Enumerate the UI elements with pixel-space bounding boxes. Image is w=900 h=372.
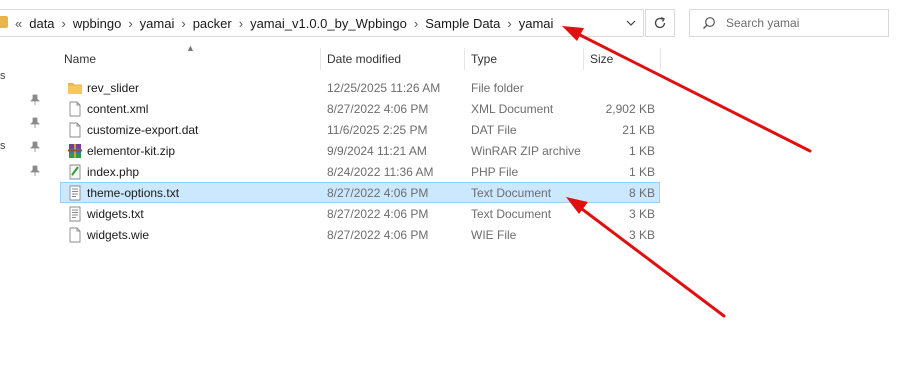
file-date: 12/25/2025 11:26 AM xyxy=(327,81,441,95)
address-dropdown-button[interactable] xyxy=(619,10,643,36)
chevron-right-icon[interactable]: › xyxy=(233,16,249,31)
file-row-theme-options[interactable]: theme-options.txt 8/27/2022 4:06 PM Text… xyxy=(60,182,660,203)
breadcrumb-yamai[interactable]: yamai xyxy=(139,16,176,31)
column-headers: ▲ Name Date modified Type Size xyxy=(58,43,661,72)
text-file-icon xyxy=(69,206,81,222)
pin-icon[interactable] xyxy=(30,141,40,153)
folder-icon xyxy=(0,16,8,28)
file-name: widgets.txt xyxy=(87,207,144,221)
file-type: XML Document xyxy=(471,102,554,116)
file-date: 8/27/2022 4:06 PM xyxy=(327,186,429,200)
breadcrumb: « data › wpbingo › yamai › packer › yama… xyxy=(15,10,554,36)
chevron-right-icon[interactable]: › xyxy=(408,16,424,31)
file-type: WIE File xyxy=(471,228,517,242)
file-date: 9/9/2024 11:21 AM xyxy=(327,144,427,158)
php-file-icon xyxy=(69,164,81,180)
file-type: PHP File xyxy=(471,165,519,179)
breadcrumb-sample-data[interactable]: Sample Data xyxy=(424,16,501,31)
file-row-rev-slider[interactable]: rev_slider 12/25/2025 11:26 AM File fold… xyxy=(60,77,660,98)
file-type: WinRAR ZIP archive xyxy=(471,144,581,158)
file-row-customize-export[interactable]: customize-export.dat 11/6/2025 2:25 PM D… xyxy=(60,119,660,140)
column-header-size[interactable]: Size xyxy=(584,46,660,72)
file-name: index.php xyxy=(87,165,140,179)
refresh-button[interactable] xyxy=(645,9,675,37)
chevron-right-icon[interactable]: › xyxy=(56,16,72,31)
column-header-date[interactable]: Date modified xyxy=(321,46,464,72)
winrar-archive-icon xyxy=(68,144,82,158)
file-row-index-php[interactable]: index.php 8/24/2022 11:36 AM PHP File 1 … xyxy=(60,161,660,182)
file-row-widgets-wie[interactable]: widgets.wie 8/27/2022 4:06 PM WIE File 3… xyxy=(60,224,660,245)
file-type: File folder xyxy=(471,81,524,95)
refresh-icon xyxy=(654,17,666,29)
column-header-name[interactable]: Name xyxy=(58,46,320,72)
file-name: customize-export.dat xyxy=(87,123,199,137)
file-date: 8/24/2022 11:36 AM xyxy=(327,165,434,179)
text-file-icon xyxy=(69,185,81,201)
search-input[interactable] xyxy=(724,15,888,31)
file-size: 3 KB xyxy=(628,228,655,242)
file-size: 21 KB xyxy=(622,123,655,137)
file-icon xyxy=(69,101,81,117)
pin-icon[interactable] xyxy=(30,165,40,177)
folder-icon xyxy=(68,83,82,94)
file-date: 8/27/2022 4:06 PM xyxy=(327,207,429,221)
file-date: 8/27/2022 4:06 PM xyxy=(327,102,429,116)
address-bar[interactable]: « data › wpbingo › yamai › packer › yama… xyxy=(0,9,644,37)
breadcrumb-yamai-version[interactable]: yamai_v1.0.0_by_Wpbingo xyxy=(249,16,408,31)
column-divider[interactable] xyxy=(660,48,661,70)
nav-item-fragment[interactable]: s xyxy=(0,140,6,152)
file-type: Text Document xyxy=(471,186,552,200)
chevron-down-icon xyxy=(626,20,636,26)
breadcrumb-packer[interactable]: packer xyxy=(192,16,233,31)
file-date: 8/27/2022 4:06 PM xyxy=(327,228,429,242)
file-icon xyxy=(69,122,81,138)
chevron-right-icon[interactable]: › xyxy=(501,16,517,31)
pin-icon[interactable] xyxy=(30,94,40,106)
file-name: theme-options.txt xyxy=(87,186,180,200)
breadcrumb-data[interactable]: data xyxy=(28,16,55,31)
file-type: Text Document xyxy=(471,207,552,221)
column-header-type[interactable]: Type xyxy=(465,46,583,72)
chevron-right-icon[interactable]: › xyxy=(122,16,138,31)
overflow-chevron-icon[interactable]: « xyxy=(15,16,22,31)
breadcrumb-yamai-current[interactable]: yamai xyxy=(518,16,555,31)
file-date: 11/6/2025 2:25 PM xyxy=(327,123,428,137)
chevron-right-icon[interactable]: › xyxy=(175,16,191,31)
navigation-pane[interactable]: s s xyxy=(0,44,48,372)
breadcrumb-wpbingo[interactable]: wpbingo xyxy=(72,16,122,31)
file-list: rev_slider 12/25/2025 11:26 AM File fold… xyxy=(60,77,660,245)
file-row-elementor-kit[interactable]: elementor-kit.zip 9/9/2024 11:21 AM WinR… xyxy=(60,140,660,161)
search-box[interactable] xyxy=(689,9,889,37)
pin-icon[interactable] xyxy=(30,117,40,129)
file-size: 2,902 KB xyxy=(605,102,655,116)
file-name: widgets.wie xyxy=(87,228,150,242)
file-row-content-xml[interactable]: content.xml 8/27/2022 4:06 PM XML Docume… xyxy=(60,98,660,119)
file-size: 3 KB xyxy=(628,207,655,221)
file-name: rev_slider xyxy=(87,81,140,95)
file-size: 1 KB xyxy=(628,144,655,158)
file-row-widgets-txt[interactable]: widgets.txt 8/27/2022 4:06 PM Text Docum… xyxy=(60,203,660,224)
file-icon xyxy=(69,227,81,243)
nav-item-fragment[interactable]: s xyxy=(0,70,6,82)
file-name: elementor-kit.zip xyxy=(87,144,176,158)
search-icon xyxy=(702,16,716,30)
file-size: 1 KB xyxy=(628,165,655,179)
file-size: 8 KB xyxy=(628,186,655,200)
file-name: content.xml xyxy=(87,102,149,116)
file-type: DAT File xyxy=(471,123,517,137)
